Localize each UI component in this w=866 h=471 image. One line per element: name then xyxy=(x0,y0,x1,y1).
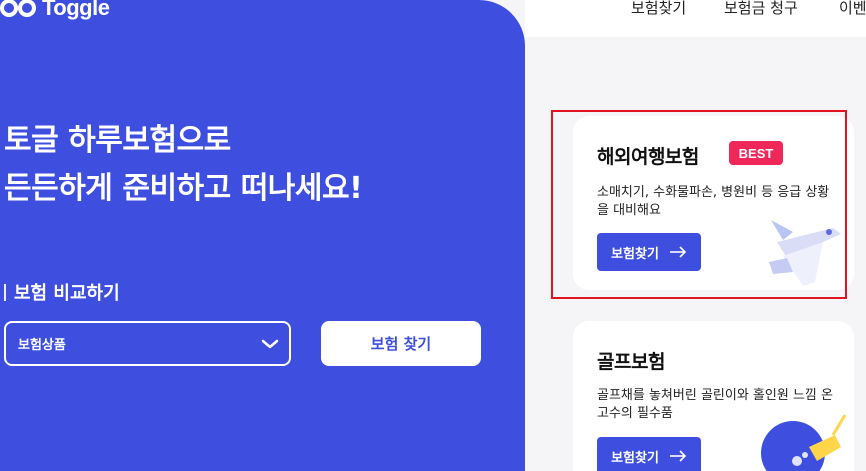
insurance-product-select[interactable]: 보험상품 xyxy=(4,321,291,366)
find-insurance-button[interactable]: 보험 찾기 xyxy=(321,321,481,366)
nav-item-claim[interactable]: 보험금 청구 xyxy=(724,0,798,18)
logo-text: Toggle xyxy=(42,0,110,20)
selection-highlight xyxy=(551,110,847,299)
golf-illustration-icon xyxy=(761,414,847,471)
headline-line-1: 토글 하루보험으로 xyxy=(4,123,231,158)
hero-headline: 토글 하루보험으로 든든하게 준비하고 떠나세요! xyxy=(4,117,363,213)
compare-section-label: 보험 비교하기 xyxy=(4,279,120,305)
chevron-down-icon xyxy=(261,339,279,348)
card-golf-insurance[interactable]: 골프보험 골프채를 놓쳐버린 골린이와 홀인원 느낌 온 고수의 필수품 보험찾… xyxy=(573,321,854,471)
arrow-right-icon xyxy=(669,450,687,462)
logo-mark-icon xyxy=(0,0,36,17)
select-value: 보험상품 xyxy=(18,338,66,353)
card-button-label: 보험찾기 xyxy=(611,450,659,466)
nav-item-event[interactable]: 이벤 xyxy=(839,0,866,18)
logo[interactable]: Toggle xyxy=(0,0,110,26)
compare-label-text: 보험 비교하기 xyxy=(14,283,120,304)
card-find-button[interactable]: 보험찾기 xyxy=(597,437,701,471)
label-bar xyxy=(4,283,6,301)
headline-line-2: 든든하게 준비하고 떠나세요! xyxy=(4,171,363,206)
nav-item-find-insurance[interactable]: 보험찾기 xyxy=(631,0,686,18)
card-title: 골프보험 xyxy=(597,351,665,373)
hero-panel: Toggle 토글 하루보험으로 든든하게 준비하고 떠나세요! 보험 비교하기… xyxy=(0,0,525,471)
top-nav: 보험찾기 보험금 청구 이벤 xyxy=(525,0,866,37)
page: 보험찾기 보험금 청구 이벤 Toggle 토글 하루보험으로 든든하게 준비하… xyxy=(0,0,866,471)
